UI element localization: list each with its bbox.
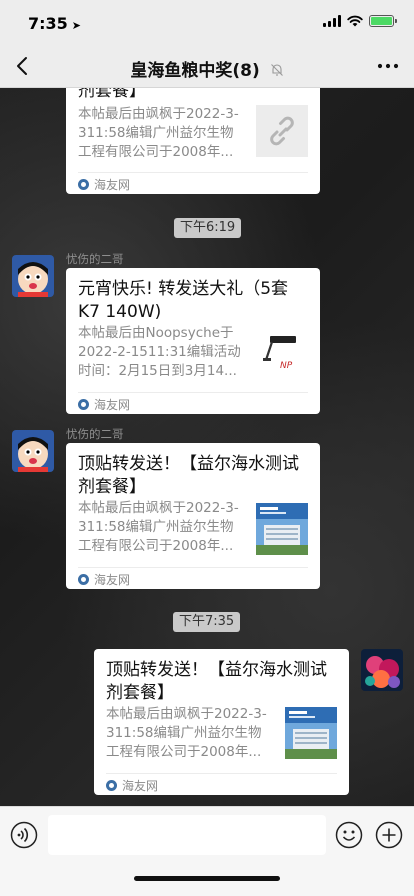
mute-bell-icon [270,64,283,76]
chat-title: 皇海鱼粮中奖(8) [0,56,414,81]
my-avatar[interactable] [361,649,403,691]
shared-link-card-self[interactable]: 顶贴转发送！【益尔海水测试剂套餐】 本帖最后由飒枫于2022-3-311:58编… [94,649,349,795]
cartoon-avatar-icon [12,255,54,297]
card-description: 本帖最后由飒枫于2022-3-311:58编辑广州益尔生物工程有限公司于2008… [78,106,239,160]
battery-icon [369,15,397,27]
sender-nickname: 忧伤的二哥 [66,252,124,266]
svg-text:NP: NP [280,361,293,371]
card-source: 海友网 [78,571,130,588]
chat-title-text: 皇海鱼粮中奖(8) [130,61,260,81]
card-description: 本帖最后由Noopsyche于2022-2-1511:31编辑活动时间：2月15… [78,325,241,379]
card-description: 本帖最后由飒枫于2022-3-311:58编辑广州益尔生物工程有限公司于2008… [78,500,239,554]
timestamp-pill: 下午7:35 [173,612,241,632]
chat-area[interactable]: 剂套餐】 本帖最后由飒枫于2022-3-311:58编辑广州益尔生物工程有限公司… [0,88,414,806]
haiyou-logo-icon [106,780,117,791]
haiyou-logo-icon [78,574,89,585]
timestamp-pill: 下午6:19 [174,218,242,238]
card-source-label: 海友网 [122,779,159,793]
building-thumbnail [285,707,337,759]
voice-input-icon[interactable] [10,821,38,849]
card-source: 海友网 [78,176,130,193]
shared-link-card[interactable]: 顶贴转发送！【益尔海水测试剂套餐】 本帖最后由飒枫于2022-3-311:58编… [66,443,320,589]
card-source-label: 海友网 [94,178,131,192]
card-divider [78,392,308,393]
haiyou-logo-icon [78,179,89,190]
product-thumbnail: NP [256,328,308,380]
card-divider [78,172,308,173]
cartoon-avatar-icon [12,430,54,472]
wifi-icon [347,15,363,27]
cellular-signal-icon [323,15,341,27]
card-title: 顶贴转发送！【益尔海水测试剂套餐】 [78,454,299,497]
card-source-label: 海友网 [94,398,131,412]
card-title: 剂套餐】 [78,88,146,101]
home-indicator[interactable] [134,876,280,881]
sender-avatar[interactable] [12,430,54,472]
plus-icon[interactable] [375,821,403,849]
card-source: 海友网 [78,396,130,413]
shared-link-card[interactable]: 元宵快乐! 转发送大礼（5套K7 140W) 本帖最后由Noopsyche于20… [66,268,320,414]
shared-link-card[interactable]: 剂套餐】 本帖最后由飒枫于2022-3-311:58编辑广州益尔生物工程有限公司… [66,88,320,194]
card-title: 顶贴转发送！【益尔海水测试剂套餐】 [106,660,327,703]
card-source: 海友网 [106,777,158,794]
building-thumbnail [256,503,308,555]
location-arrow-icon: ➤ [71,19,82,32]
nav-bar: 皇海鱼粮中奖(8) [0,46,414,88]
card-description: 本帖最后由飒枫于2022-3-311:58编辑广州益尔生物工程有限公司于2008… [106,706,267,760]
card-title: 元宵快乐! 转发送大礼（5套K7 140W) [78,279,289,322]
card-divider [78,567,308,568]
haiyou-logo-icon [78,399,89,410]
more-options-icon[interactable] [376,56,400,76]
status-icons [323,15,397,27]
card-divider [106,773,337,774]
light-product-icon: NP [263,336,296,371]
card-source-label: 海友网 [94,573,131,587]
link-thumbnail [256,105,308,157]
link-icon [270,116,294,146]
status-bar: 7:35 ➤ [0,0,414,46]
sender-nickname: 忧伤的二哥 [66,427,124,441]
building-photo-icon [256,503,308,555]
input-bar [0,806,414,896]
status-time: 7:35 ➤ [28,14,81,33]
message-input[interactable] [48,815,326,855]
sender-avatar[interactable] [12,255,54,297]
clock: 7:35 [28,14,68,33]
coral-avatar-icon [361,649,403,691]
emoji-icon[interactable] [335,821,363,849]
building-photo-icon [285,707,337,759]
